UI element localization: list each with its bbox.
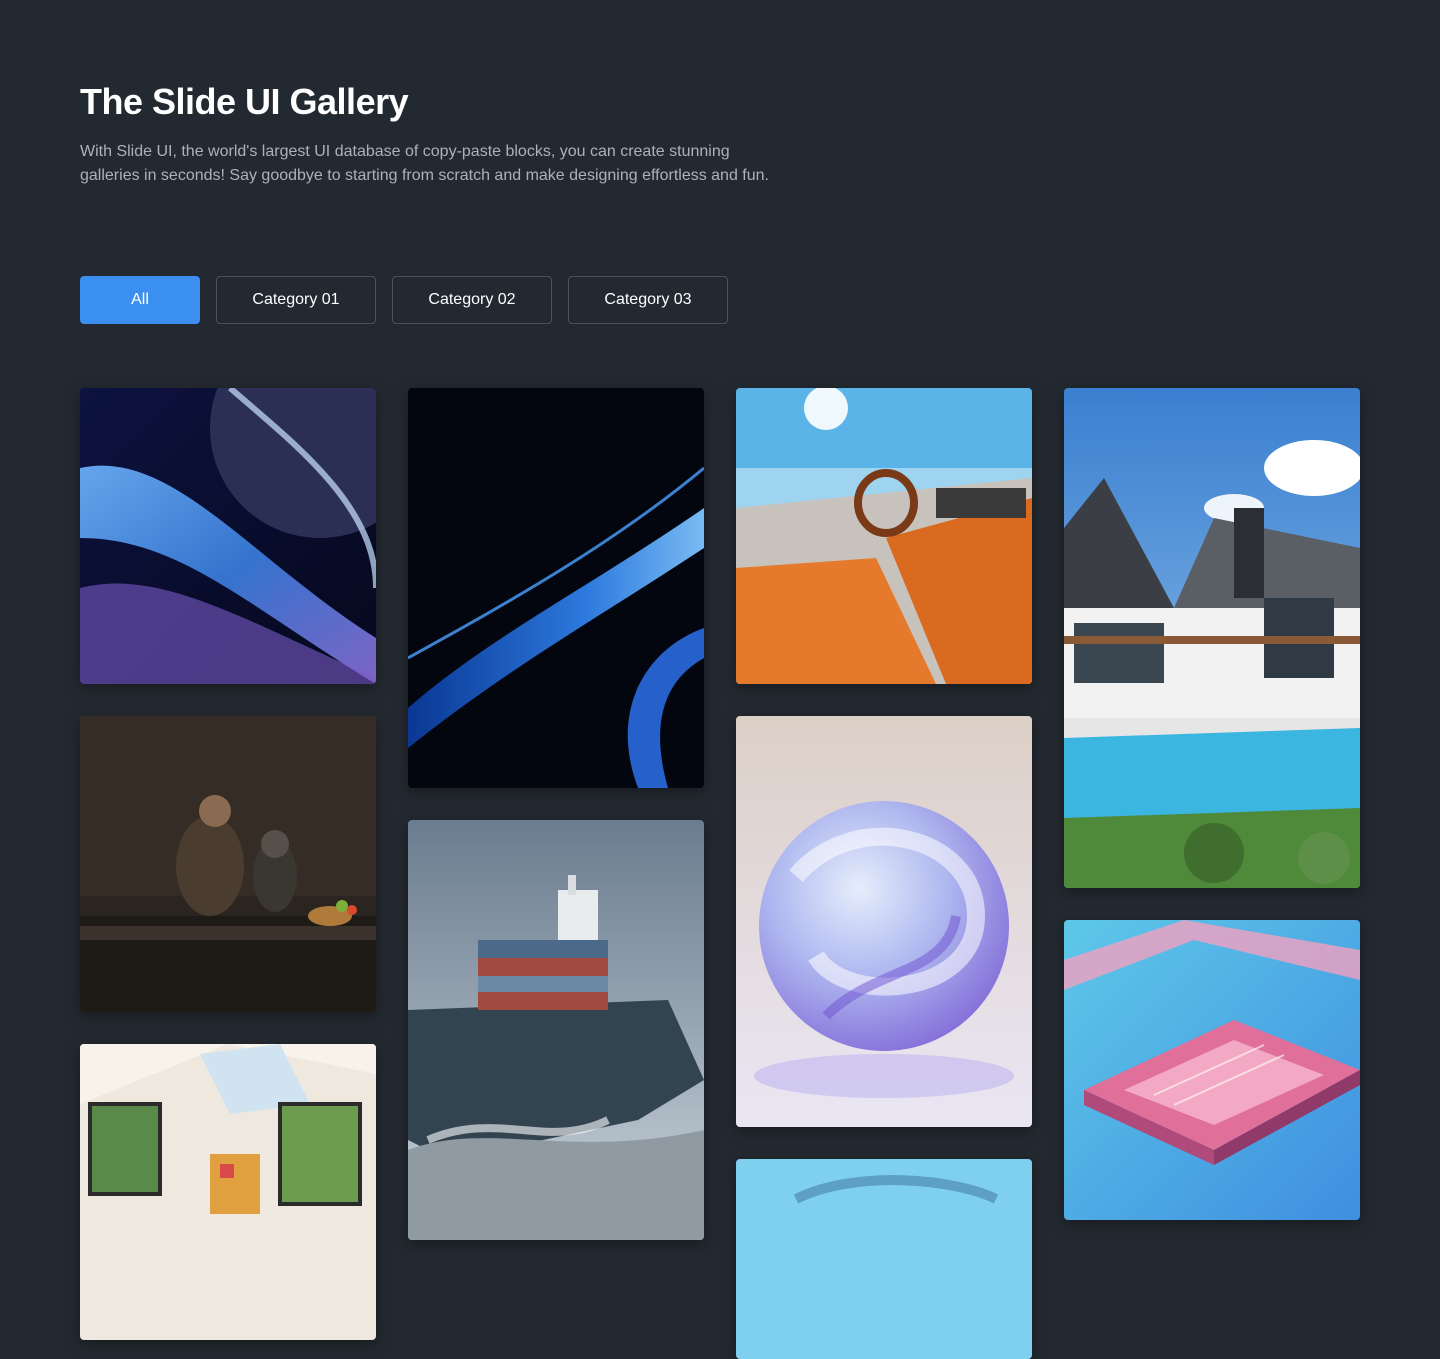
gallery-item-man-dog[interactable] (80, 716, 376, 1012)
blue-light-swirl-image (408, 388, 704, 788)
gallery-item-glass-sphere[interactable] (736, 716, 1032, 1127)
gallery-item-modern-house[interactable] (1064, 388, 1360, 888)
gallery-item-circuit-chip[interactable] (1064, 920, 1360, 1220)
car-interior-image (736, 388, 1032, 684)
gallery-item-car-interior[interactable] (736, 388, 1032, 684)
modern-house-pool-image (1064, 388, 1360, 888)
gallery-item-cargo-ship[interactable] (408, 820, 704, 1240)
abstract-blue-wave-image (80, 388, 376, 684)
gallery-item-glass-object[interactable] (736, 1159, 1032, 1359)
gallery-item-abstract-wave[interactable] (80, 388, 376, 684)
cargo-ship-image (408, 820, 704, 1240)
man-with-dog-image (80, 716, 376, 1012)
circuit-chip-image (1064, 920, 1360, 1220)
image-gallery (0, 0, 1440, 1359)
bright-studio-interior-image (80, 1044, 376, 1340)
gallery-item-light-swirl[interactable] (408, 388, 704, 788)
glass-sphere-image (736, 716, 1032, 1127)
glass-object-partial-image (736, 1159, 1032, 1359)
gallery-item-studio[interactable] (80, 1044, 376, 1340)
